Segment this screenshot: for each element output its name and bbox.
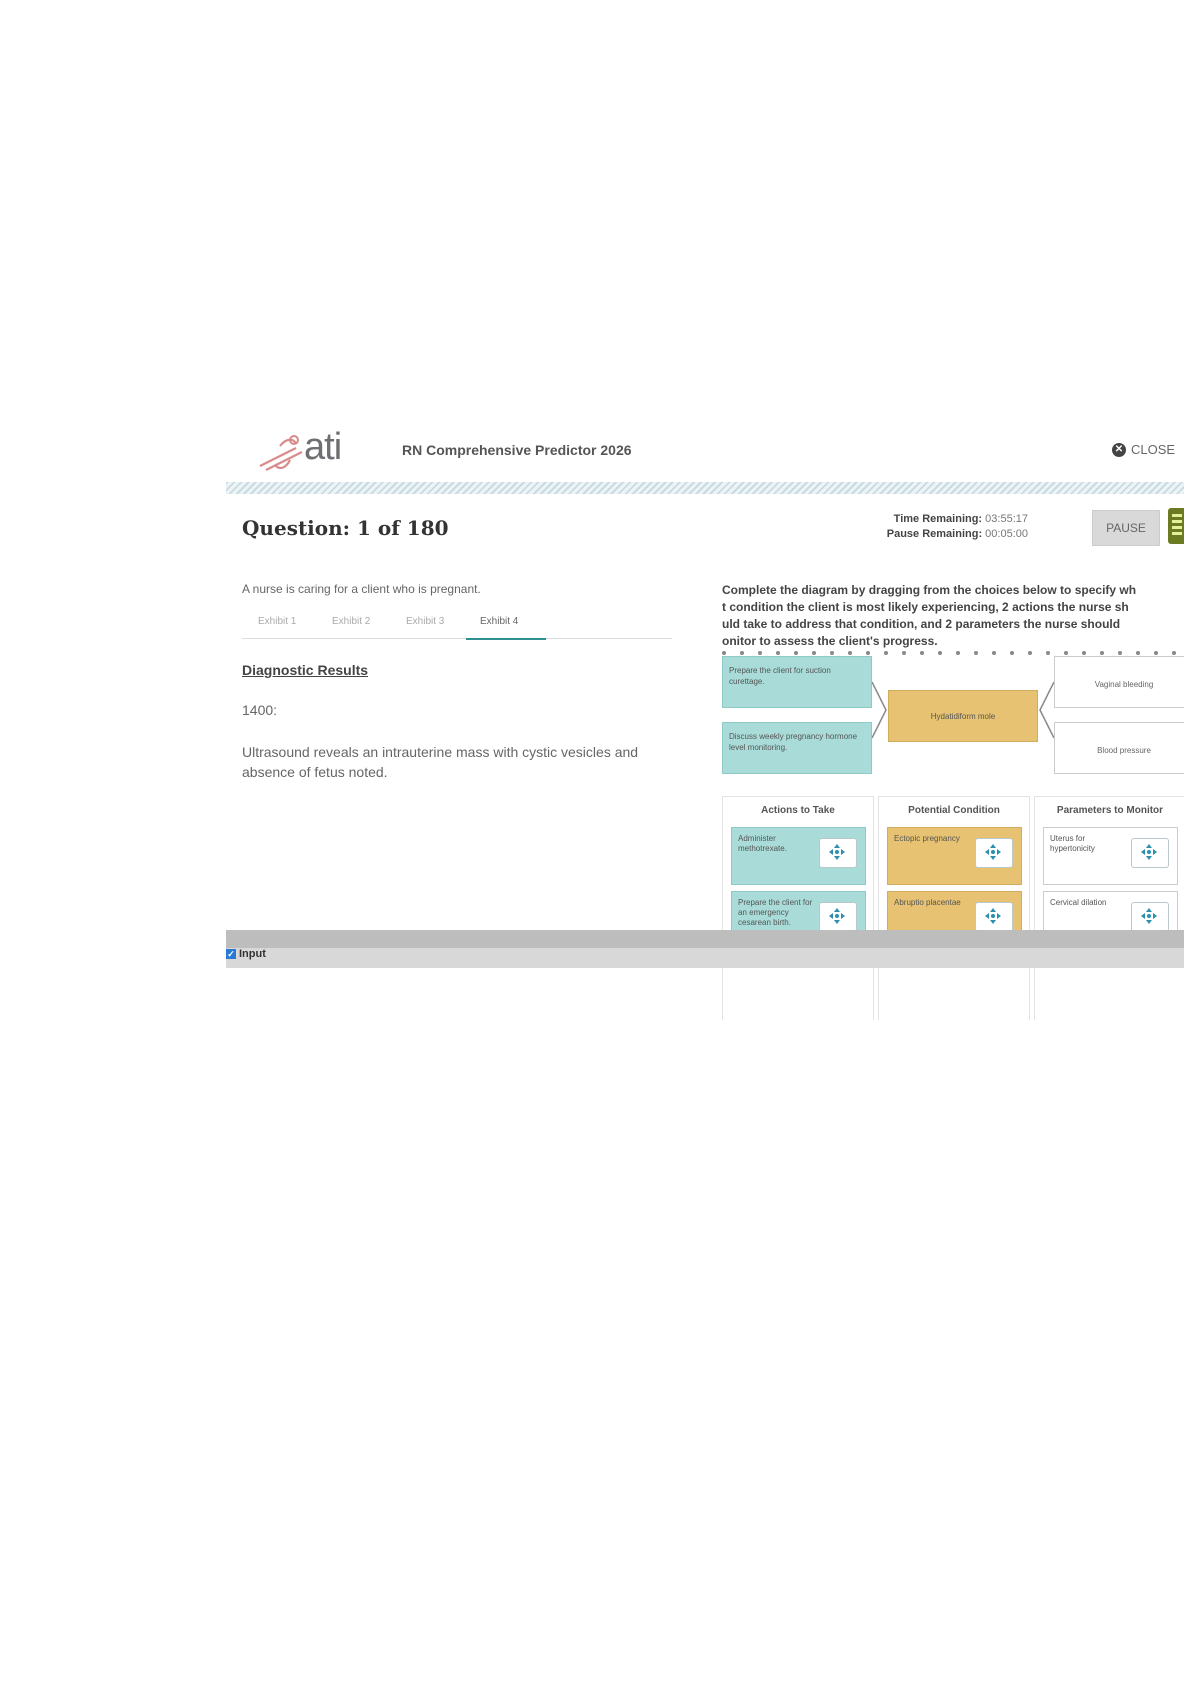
checkbox-checked-icon: ✓ — [226, 949, 236, 959]
diagram-action-slot-1[interactable]: Prepare the client for suction curettage… — [722, 656, 872, 708]
tab-exhibit-4[interactable]: Exhibit 4 — [480, 616, 518, 627]
instructions-line: t condition the client is most likely ex… — [722, 600, 1129, 614]
move-icon[interactable] — [975, 902, 1013, 932]
instructions-line: Complete the diagram by dragging from th… — [722, 583, 1137, 597]
app-title: RN Comprehensive Predictor 2026 — [402, 442, 632, 458]
diagram-parameter-slot-2[interactable]: Blood pressure — [1054, 722, 1184, 774]
exhibit-tabs: Exhibit 1 Exhibit 2 Exhibit 3 Exhibit 4 — [242, 608, 672, 639]
exam-window: ati RN Comprehensive Predictor 2026 ✕ CL… — [226, 416, 1184, 1020]
action-choice-label: Administer methotrexate. — [738, 834, 787, 853]
bottom-bar — [226, 930, 1184, 968]
condition-choice-label: Ectopic pregnancy — [894, 834, 960, 843]
active-tab-indicator — [466, 638, 546, 640]
conditions-header: Potential Condition — [908, 805, 1000, 816]
time-remaining-label: Time Remaining: — [893, 513, 983, 525]
parameter-choice-label: Uterus for hypertonicity — [1050, 834, 1095, 853]
diagram-connector-right — [1039, 681, 1054, 739]
header-divider — [226, 482, 1184, 494]
pause-remaining-value: 00:05:00 — [985, 528, 1028, 540]
input-label: Input — [239, 948, 266, 960]
actions-header: Actions to Take — [761, 805, 835, 816]
time-remaining-value: 03:55:17 — [985, 513, 1028, 525]
move-icon[interactable] — [1131, 838, 1169, 868]
close-label: CLOSE — [1131, 442, 1176, 457]
action-choice-label: Prepare the client for an emergency cesa… — [738, 898, 813, 927]
parameter-choice-label: Cervical dilation — [1050, 898, 1107, 907]
pause-remaining-label: Pause Remaining: — [886, 528, 983, 540]
pause-button[interactable]: PAUSE — [1092, 510, 1160, 546]
timers: Time Remaining: 03:55:17 Pause Remaining… — [866, 512, 1028, 542]
tab-exhibit-2[interactable]: Exhibit 2 — [332, 616, 370, 627]
tab-exhibit-1[interactable]: Exhibit 1 — [258, 616, 296, 627]
move-icon[interactable] — [819, 902, 857, 932]
conditions-column: Potential Condition Ectopic pregnancy Ab… — [878, 796, 1030, 1020]
diagram-connector-left — [872, 681, 887, 739]
action-choice[interactable]: Administer methotrexate. — [731, 827, 866, 885]
move-icon[interactable] — [819, 838, 857, 868]
input-checkbox[interactable]: ✓ Input — [226, 948, 266, 960]
calculator-icon[interactable] — [1168, 508, 1184, 544]
condition-choice-label: Abruptio placentae — [894, 898, 961, 907]
tab-exhibit-3[interactable]: Exhibit 3 — [406, 616, 444, 627]
logo-text: ati — [304, 426, 342, 468]
instructions-line: uld take to address that condition, and … — [722, 617, 1121, 631]
close-button[interactable]: ✕ CLOSE — [1112, 442, 1175, 457]
move-icon[interactable] — [975, 838, 1013, 868]
parameter-choice[interactable]: Uterus for hypertonicity — [1043, 827, 1178, 885]
diagram-condition-slot[interactable]: Hydatidiform mole — [888, 690, 1038, 742]
parameters-header: Parameters to Monitor — [1056, 805, 1164, 816]
question-counter: Question: 1 of 180 — [242, 516, 449, 540]
diagram-action-slot-2[interactable]: Discuss weekly pregnancy hormone level m… — [722, 722, 872, 774]
section-title: Diagnostic Results — [242, 662, 369, 678]
diagram-parameter-slot-1[interactable]: Vaginal bleeding — [1054, 656, 1184, 708]
instructions: Complete the diagram by dragging from th… — [722, 582, 1184, 650]
result-finding: Ultrasound reveals an intrauterine mass … — [242, 744, 639, 780]
actions-column: Actions to Take Administer methotrexate.… — [722, 796, 874, 1020]
move-icon[interactable] — [1131, 902, 1169, 932]
question-stem: A nurse is caring for a client who is pr… — [242, 582, 481, 596]
condition-choice[interactable]: Ectopic pregnancy — [887, 827, 1022, 885]
result-time: 1400: — [242, 702, 278, 718]
instructions-line: onitor to assess the client's progress. — [722, 634, 938, 648]
parameters-column: Parameters to Monitor Uterus for hyperto… — [1034, 796, 1184, 1020]
close-icon: ✕ — [1112, 442, 1126, 457]
